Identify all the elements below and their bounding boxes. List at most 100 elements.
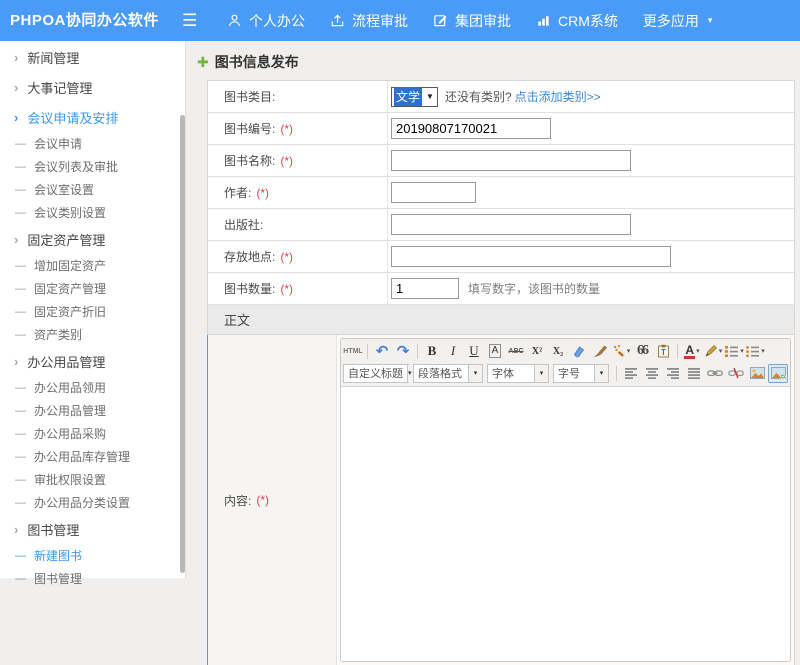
publisher-input[interactable] (391, 214, 631, 235)
add-icon: ✚ (197, 54, 209, 71)
sidebar-item-label: 会议申请 (34, 135, 82, 152)
undo-icon[interactable]: ↶ (372, 342, 392, 361)
dropdown-label: 自定义标题 (344, 365, 407, 381)
sidebar-item-label: 会议列表及审批 (34, 158, 118, 175)
category-select[interactable]: 文学 ▼ (391, 87, 438, 107)
unordered-list-icon[interactable]: ▾ (745, 342, 765, 361)
align-right-icon[interactable] (663, 364, 683, 383)
sidebar-item-meeting-category-settings[interactable]: — 会议类别设置 (0, 201, 185, 224)
sidebar-item-supplies-inventory[interactable]: — 办公用品库存管理 (0, 445, 185, 468)
dash-icon: — (15, 161, 26, 173)
book-name-input[interactable] (391, 150, 631, 171)
sidebar-item-news-management[interactable]: › 新闻管理 (0, 42, 185, 72)
sidebar-item-meeting-room-settings[interactable]: — 会议室设置 (0, 178, 185, 201)
ordered-list-icon[interactable]: ▾ (724, 342, 744, 361)
align-center-icon[interactable] (642, 364, 662, 383)
select-caret-icon: ▼ (426, 92, 434, 101)
format-brush-icon[interactable] (590, 342, 610, 361)
nav-more-apps[interactable]: 更多应用 ▾ (643, 11, 713, 31)
field-label: 图书编号: (224, 120, 275, 137)
editor-content-area[interactable] (341, 387, 790, 661)
sidebar-item-label: 办公用品管理 (27, 352, 105, 371)
highlight-color-icon[interactable]: ▾ (703, 342, 723, 361)
nav-personal-office[interactable]: 个人办公 (227, 11, 305, 31)
sidebar-item-label: 固定资产折旧 (34, 303, 106, 320)
top-nav: 个人办公 流程审批 集团审批 CRM系统 更多应用 ▾ (227, 0, 712, 41)
chevron-right-icon: › (14, 354, 18, 369)
sidebar-item-office-supplies-management[interactable]: › 办公用品管理 (0, 346, 185, 376)
chevron-right-icon: › (14, 522, 18, 537)
dash-icon: — (15, 474, 26, 486)
sidebar-item-fixed-asset-depreciation[interactable]: — 固定资产折旧 (0, 300, 185, 323)
multi-image-upload-icon[interactable] (768, 364, 788, 383)
paste-as-text-icon[interactable]: T (653, 342, 673, 361)
sidebar-item-label: 办公用品库存管理 (34, 448, 130, 465)
quantity-input[interactable] (391, 278, 459, 299)
sidebar-item-meeting-apply[interactable]: — 会议申请 (0, 132, 185, 155)
dash-icon: — (15, 573, 26, 585)
italic-icon[interactable]: I (443, 342, 463, 361)
chevron-right-icon: › (14, 232, 18, 247)
sidebar-item-fixed-asset-management[interactable]: — 固定资产管理 (0, 277, 185, 300)
sidebar-item-meeting-management[interactable]: › 会议申请及安排 (0, 102, 185, 132)
paragraph-format-dropdown[interactable]: 段落格式▾ (413, 364, 483, 383)
font-size-dropdown[interactable]: 字号▾ (553, 364, 609, 383)
nav-group-approval[interactable]: 集团审批 (433, 11, 511, 31)
user-icon (227, 13, 242, 28)
sidebar-item-fixed-assets-management[interactable]: › 固定资产管理 (0, 224, 185, 254)
rich-text-editor: HTML ↶ ↷ B I U A ABC X² X₂ (340, 338, 791, 662)
font-color-button[interactable]: A▾ (682, 342, 702, 361)
html-source-button[interactable]: HTML (343, 342, 363, 361)
insert-link-icon[interactable] (705, 364, 725, 383)
field-label: 图书名称: (224, 152, 275, 169)
subscript-icon[interactable]: X₂ (548, 342, 568, 361)
sidebar-scrollbar-thumb[interactable] (180, 115, 185, 573)
form-row-content: 内容: (*) HTML ↶ ↷ B I U (207, 335, 794, 665)
font-style-icon[interactable]: A (489, 344, 502, 358)
underline-icon[interactable]: U (464, 342, 484, 361)
custom-heading-dropdown[interactable]: 自定义标题▾ (343, 364, 409, 383)
sidebar-item-label: 图书管理 (27, 520, 79, 539)
add-category-link[interactable]: 点击添加类别>> (515, 88, 601, 105)
sidebar-item-supplies-requisition[interactable]: — 办公用品领用 (0, 376, 185, 399)
sidebar-item-approval-permission-settings[interactable]: — 审批权限设置 (0, 468, 185, 491)
sidebar-item-supplies-classification[interactable]: — 办公用品分类设置 (0, 491, 185, 514)
nav-crm-system[interactable]: CRM系统 (536, 11, 618, 31)
nav-label: CRM系统 (558, 11, 618, 31)
nav-process-approval[interactable]: 流程审批 (330, 11, 408, 31)
sidebar-item-label: 办公用品管理 (34, 402, 106, 419)
sidebar-item-book-management-group[interactable]: › 图书管理 (0, 514, 185, 544)
redo-icon[interactable]: ↷ (393, 342, 413, 361)
graffiti-spray-icon[interactable]: ▾ (611, 342, 631, 361)
font-family-dropdown[interactable]: 字体▾ (487, 364, 549, 383)
align-left-icon[interactable] (621, 364, 641, 383)
field-label: 作者: (224, 184, 251, 201)
sidebar-item-book-management[interactable]: — 图书管理 (0, 567, 185, 590)
form-row-book-number: 图书编号: (*) (208, 113, 794, 145)
sidebar-item-meeting-list-approval[interactable]: — 会议列表及审批 (0, 155, 185, 178)
strikethrough-icon[interactable]: ABC (506, 342, 526, 361)
sidebar-item-supplies-purchase[interactable]: — 办公用品采购 (0, 422, 185, 445)
justify-icon[interactable] (684, 364, 704, 383)
form-row-book-name: 图书名称: (*) (208, 145, 794, 177)
app-logo: PHPOA协同办公软件 (10, 0, 159, 41)
remove-link-icon[interactable] (726, 364, 746, 383)
sidebar-item-new-book[interactable]: — 新建图书 (0, 544, 185, 567)
sidebar-item-add-fixed-asset[interactable]: — 增加固定资产 (0, 254, 185, 277)
hamburger-menu-icon[interactable]: ☰ (182, 0, 197, 41)
bold-icon[interactable]: B (422, 342, 442, 361)
sidebar-item-label: 图书管理 (34, 570, 82, 587)
blockquote-icon[interactable]: 66 (632, 342, 652, 361)
eraser-icon[interactable] (569, 342, 589, 361)
book-number-input[interactable] (391, 118, 551, 139)
superscript-icon[interactable]: X² (527, 342, 547, 361)
author-input[interactable] (391, 182, 476, 203)
location-input[interactable] (391, 246, 671, 267)
sidebar-item-memorabilia-management[interactable]: › 大事记管理 (0, 72, 185, 102)
sidebar-item-supplies-management[interactable]: — 办公用品管理 (0, 399, 185, 422)
sidebar-item-asset-category[interactable]: — 资产类别 (0, 323, 185, 346)
insert-image-icon[interactable] (747, 364, 767, 383)
dash-icon: — (15, 138, 26, 150)
sidebar-item-label: 办公用品领用 (34, 379, 106, 396)
dash-icon: — (15, 184, 26, 196)
